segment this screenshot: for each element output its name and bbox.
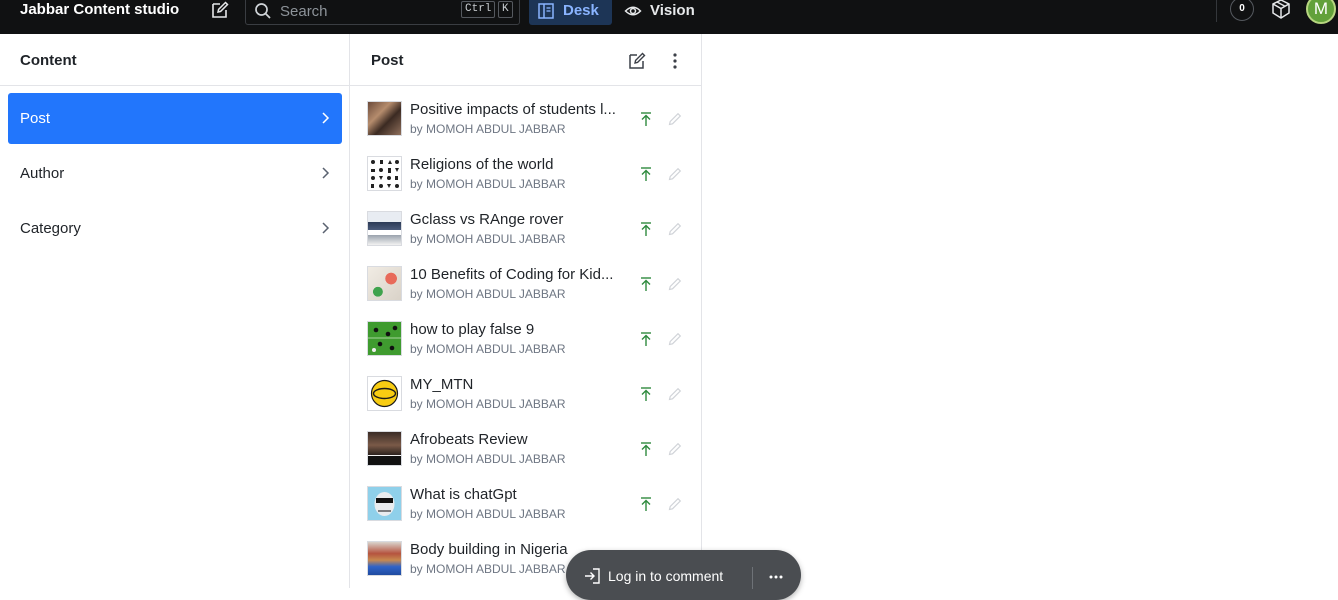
publish-status-icon[interactable] (638, 276, 654, 292)
top-navbar: Jabbar Content studio Ctrl K Desk Vision… (0, 0, 1338, 34)
post-author: by MOMOH ABDUL JABBAR (410, 452, 566, 466)
studio-title[interactable]: Jabbar Content studio (20, 1, 179, 19)
publish-status-icon[interactable] (638, 111, 654, 127)
post-pane-title: Post (371, 52, 404, 69)
list-item[interactable]: Gclass vs RAnge rover by MOMOH ABDUL JAB… (367, 211, 692, 261)
post-title: MY_MTN (410, 376, 474, 393)
mtn-logo-icon (367, 376, 402, 411)
desk-tool-label: Desk (563, 2, 599, 19)
nav-item-post[interactable]: Post (8, 93, 342, 144)
list-item[interactable]: MY_MTN by MOMOH ABDUL JABBAR (367, 376, 692, 426)
avatar[interactable]: M (1306, 0, 1336, 24)
shortcut-key-k: K (498, 1, 513, 18)
more-horizontal-icon[interactable] (766, 567, 786, 587)
content-pane: Content Post Author Category (0, 34, 350, 588)
athlete-photo-icon (367, 541, 402, 576)
compose-icon[interactable] (626, 50, 648, 72)
edit-pencil-icon[interactable] (667, 111, 683, 127)
robot-illustration-icon (367, 486, 402, 521)
edit-pencil-icon[interactable] (667, 221, 683, 237)
vision-tool-button[interactable]: Vision (616, 0, 708, 25)
post-title: Gclass vs RAnge rover (410, 211, 564, 228)
post-title: Religions of the world (410, 156, 554, 173)
post-author: by MOMOH ABDUL JABBAR (410, 397, 566, 411)
post-pane-header: Post (350, 34, 701, 86)
post-author: by MOMOH ABDUL JABBAR (410, 232, 566, 246)
shortcut-key-ctrl: Ctrl (461, 1, 496, 18)
list-item[interactable]: 10 Benefits of Coding for Kid... by MOMO… (367, 266, 692, 316)
post-author: by MOMOH ABDUL JABBAR (410, 342, 566, 356)
list-item[interactable]: Religions of the world by MOMOH ABDUL JA… (367, 156, 692, 206)
nav-item-category[interactable]: Category (8, 203, 342, 254)
post-title: What is chatGpt (410, 486, 517, 503)
login-icon (585, 568, 600, 584)
classroom-photo-icon (367, 101, 402, 136)
edit-pencil-icon[interactable] (667, 496, 683, 512)
publish-status-icon[interactable] (638, 221, 654, 237)
football-pitch-icon (367, 321, 402, 356)
search-input[interactable] (280, 1, 450, 21)
post-title: 10 Benefits of Coding for Kid... (410, 266, 614, 283)
post-author: by MOMOH ABDUL JABBAR (410, 562, 566, 576)
eye-icon (624, 6, 642, 15)
post-author: by MOMOH ABDUL JABBAR (410, 177, 566, 191)
edit-pencil-icon[interactable] (667, 386, 683, 402)
desk-tool-button[interactable]: Desk (529, 0, 612, 25)
afrobeats-photo-icon (367, 431, 402, 466)
edit-pencil-icon[interactable] (667, 276, 683, 292)
publish-status-icon[interactable] (638, 496, 654, 512)
post-pane: Post Positive impacts of students l... b… (350, 34, 702, 588)
post-author: by MOMOH ABDUL JABBAR (410, 287, 566, 301)
publish-status-icon[interactable] (638, 386, 654, 402)
post-author: by MOMOH ABDUL JABBAR (410, 507, 566, 521)
post-author: by MOMOH ABDUL JABBAR (410, 122, 566, 136)
content-pane-title: Content (20, 52, 77, 69)
compose-icon[interactable] (210, 0, 230, 20)
post-title: how to play false 9 (410, 321, 535, 338)
chevron-right-icon (322, 222, 330, 234)
chevron-right-icon (322, 112, 330, 124)
divider (752, 567, 753, 589)
publish-status-icon[interactable] (638, 166, 654, 182)
nav-item-author[interactable]: Author (8, 148, 342, 199)
post-title: Positive impacts of students l... (410, 101, 616, 118)
edit-pencil-icon[interactable] (667, 441, 683, 457)
content-pane-header: Content (0, 34, 349, 86)
nav-item-label: Category (20, 220, 81, 237)
kids-coding-photo-icon (367, 266, 402, 301)
edit-pencil-icon[interactable] (667, 166, 683, 182)
list-item[interactable]: What is chatGpt by MOMOH ABDUL JABBAR (367, 486, 692, 536)
more-vertical-icon[interactable] (664, 50, 686, 72)
notification-counter[interactable]: 0 (1230, 0, 1254, 21)
toolbar-divider (1216, 0, 1217, 22)
search-box[interactable]: Ctrl K (245, 0, 520, 25)
list-item[interactable]: Positive impacts of students l... by MOM… (367, 101, 692, 151)
comment-bar: Log in to comment (566, 550, 801, 600)
publish-status-icon[interactable] (638, 441, 654, 457)
vision-tool-label: Vision (650, 2, 695, 19)
chevron-right-icon (322, 167, 330, 179)
cars-photo-icon (367, 211, 402, 246)
nav-item-label: Author (20, 165, 65, 182)
list-item[interactable]: how to play false 9 by MOMOH ABDUL JABBA… (367, 321, 692, 371)
edit-pencil-icon[interactable] (667, 331, 683, 347)
package-icon[interactable] (1270, 0, 1292, 20)
publish-status-icon[interactable] (638, 331, 654, 347)
desk-icon (538, 2, 554, 19)
nav-item-label: Post (20, 110, 51, 127)
post-title: Afrobeats Review (410, 431, 528, 448)
login-label: Log in to comment (608, 568, 724, 584)
list-item[interactable]: Afrobeats Review by MOMOH ABDUL JABBAR (367, 431, 692, 481)
search-icon (255, 3, 271, 19)
religious-symbols-icon (367, 156, 402, 191)
login-to-comment-button[interactable]: Log in to comment (583, 566, 723, 586)
